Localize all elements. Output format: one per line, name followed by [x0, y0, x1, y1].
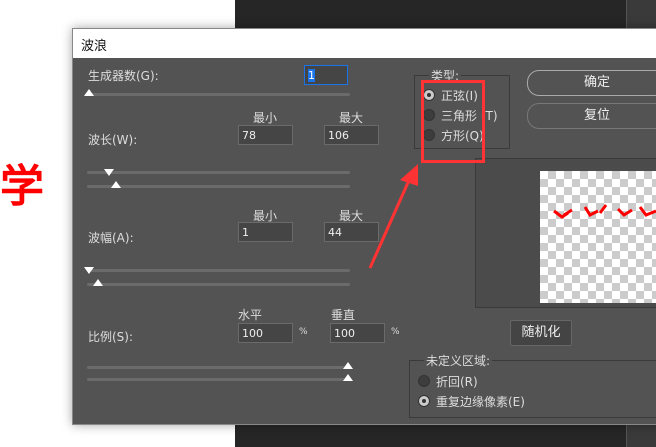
scale-label: 比例(S):: [88, 330, 134, 344]
repeat-edge-label[interactable]: 重复边缘像素(E): [436, 393, 525, 410]
randomize-button[interactable]: 随机化: [510, 320, 572, 346]
amplitude-min-thumb[interactable]: [84, 267, 94, 274]
amplitude-max-slider[interactable]: [87, 283, 350, 286]
dialog-title: 波浪: [73, 29, 656, 58]
amplitude-min-slider[interactable]: [87, 269, 350, 272]
undefined-area-group: 未定义区域: 折回(R) 重复边缘像素(E): [409, 352, 656, 418]
wavelength-min-input[interactable]: 78: [238, 125, 293, 145]
generators-label: 生成器数(G):: [88, 69, 159, 83]
wavelength-max-label: 最大: [339, 111, 364, 125]
scale-v-slider[interactable]: [87, 378, 350, 381]
amplitude-max-thumb[interactable]: [93, 279, 103, 286]
scale-v-label: 垂直: [331, 308, 356, 322]
scale-h-input[interactable]: 100: [238, 323, 293, 343]
scale-h-slider[interactable]: [87, 366, 350, 369]
annotation-highlight-box: [421, 80, 485, 163]
scale-v-input[interactable]: 100: [330, 323, 385, 343]
wrap-around-radio[interactable]: [418, 375, 430, 387]
wavelength-min-slider[interactable]: [87, 171, 350, 174]
amplitude-min-input[interactable]: 1: [238, 222, 293, 242]
wavelength-max-input[interactable]: 106: [324, 125, 379, 145]
background-red-text: 学: [0, 161, 44, 212]
reset-button[interactable]: 复位: [527, 103, 656, 129]
generators-slider[interactable]: [87, 93, 350, 96]
undefined-area-legend: 未定义区域:: [424, 352, 493, 369]
scale-h-unit: %: [299, 327, 308, 337]
scale-h-thumb[interactable]: [343, 362, 353, 369]
wrap-around-label[interactable]: 折回(R): [436, 373, 478, 390]
generators-value: 1: [308, 69, 315, 82]
scale-v-unit: %: [391, 327, 400, 337]
generators-slider-thumb[interactable]: [84, 89, 94, 96]
annotation-arrow-icon: [368, 164, 418, 269]
wavelength-max-thumb[interactable]: [111, 181, 121, 188]
preview-panel: [475, 158, 656, 308]
wavelength-min-thumb[interactable]: [104, 169, 114, 176]
wavelength-min-label: 最小: [253, 111, 278, 125]
amplitude-label: 波幅(A):: [88, 231, 134, 245]
ok-button[interactable]: 确定: [527, 70, 656, 96]
wavelength-label: 波长(W):: [88, 133, 138, 147]
repeat-edge-radio[interactable]: [418, 395, 430, 407]
scale-h-label: 水平: [238, 308, 263, 322]
preview-image: [540, 171, 656, 303]
generators-input[interactable]: 1: [304, 65, 348, 85]
scale-v-thumb[interactable]: [343, 374, 353, 381]
preview-wave-strokes: [553, 204, 656, 219]
wavelength-max-slider[interactable]: [87, 185, 350, 188]
